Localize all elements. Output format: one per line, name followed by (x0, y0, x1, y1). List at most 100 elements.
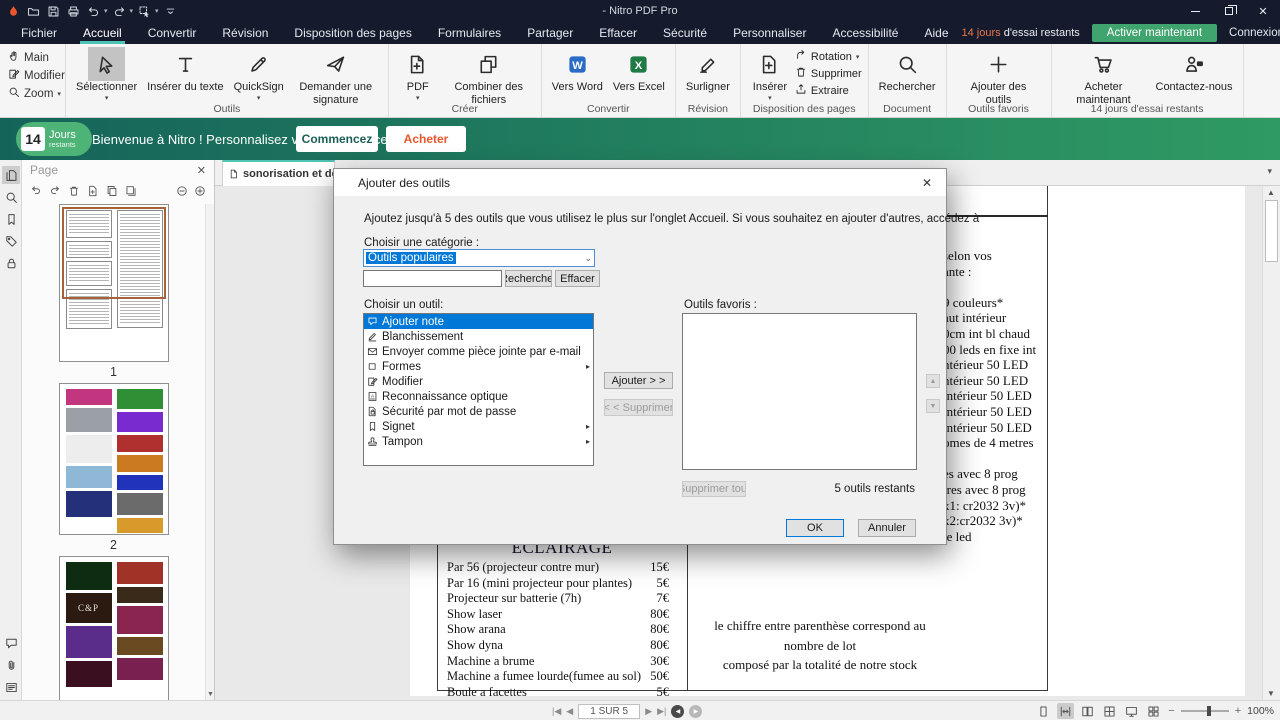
sidebar-paperclip-icon[interactable] (2, 656, 20, 674)
page-thumbnail-3[interactable]: C&P (59, 556, 169, 700)
view-mode-monitor-icon[interactable] (1123, 703, 1140, 719)
ribbon-button-ajouter-des-outils[interactable]: Ajouter des outils (953, 46, 1045, 107)
zoom-slider-knob[interactable] (1207, 706, 1211, 716)
commencez-button[interactable]: Commencez (296, 126, 378, 152)
category-dropdown[interactable]: Outils populaires ⌄ (363, 249, 595, 267)
last-page-button[interactable]: ▶| (657, 706, 666, 717)
sidebar-lock-icon[interactable] (2, 254, 20, 272)
view-mode-single-page-icon[interactable] (1035, 703, 1052, 719)
rotate-right-icon[interactable] (49, 185, 61, 197)
annuler-button[interactable]: Annuler (858, 519, 916, 537)
move-up-button[interactable]: ▲ (926, 374, 940, 388)
trash-icon[interactable] (68, 185, 80, 197)
ok-button[interactable]: OK (786, 519, 844, 537)
ribbon-button-vers-excel[interactable]: XVers Excel (609, 46, 669, 95)
panel-close-icon[interactable]: ✕ (197, 164, 206, 177)
nitro-flame-icon[interactable] (5, 3, 22, 19)
save-icon[interactable] (45, 3, 62, 19)
ribbon-button-demander-une-signature[interactable]: Demander une signature (290, 46, 382, 107)
menu-tab-accueil[interactable]: Accueil (70, 22, 135, 44)
connexion-link[interactable]: Connexion (1229, 27, 1280, 39)
ribbon-nav-zoom[interactable]: Zoom▾ (8, 86, 65, 101)
ribbon-button-inserer[interactable]: Insérer▾ (747, 46, 793, 103)
tool-item-envoyer-comme-piece-jointe-par-e-mail[interactable]: Envoyer comme pièce jointe par e-mail (364, 344, 593, 359)
sidebar-search-icon[interactable] (2, 188, 20, 206)
sidebar-comment-icon[interactable] (2, 634, 20, 652)
tool-item-reconnaissance-optique[interactable]: AReconnaissance optique (364, 389, 593, 404)
duplicate-page-icon[interactable] (125, 185, 137, 197)
history-back-button[interactable]: ◀ (671, 705, 684, 718)
menu-tab-revision[interactable]: Révision (209, 22, 281, 44)
sidebar-tag-icon[interactable] (2, 232, 20, 250)
view-mode-grid-view-icon[interactable] (1145, 703, 1162, 719)
close-button[interactable]: ✕ (1246, 0, 1280, 22)
sidebar-bookmark-icon[interactable] (2, 210, 20, 228)
rechercher-button[interactable]: Rechercher (505, 270, 552, 287)
plus-circle-icon[interactable] (194, 185, 206, 197)
page-thumbnail-1[interactable] (59, 204, 169, 362)
supprimer-button[interactable]: < < Supprimer (604, 399, 673, 416)
minus-circle-icon[interactable] (176, 185, 188, 197)
next-page-button[interactable]: ▶ (645, 706, 652, 717)
toolbar-overflow-icon[interactable] (162, 3, 179, 19)
menu-tab-securite[interactable]: Sécurité (650, 22, 720, 44)
ribbon-button-rotation[interactable]: Rotation▾ (795, 49, 862, 64)
tool-item-blanchissement[interactable]: Blanchissement (364, 329, 593, 344)
menu-tab-effacer[interactable]: Effacer (586, 22, 650, 44)
ribbon-button-extraire[interactable]: Extraire (795, 83, 862, 98)
scrollbar-thumb[interactable] (1265, 200, 1278, 262)
move-down-button[interactable]: ▼ (926, 399, 940, 413)
zoom-slider[interactable] (1181, 704, 1229, 718)
tool-item-formes[interactable]: Formes▸ (364, 359, 593, 374)
menu-tab-partager[interactable]: Partager (514, 22, 586, 44)
copy-page-icon[interactable] (106, 185, 118, 197)
ribbon-button-contactez-nous[interactable]: Contactez-nous (1152, 46, 1237, 95)
acheter-button[interactable]: Acheter (386, 126, 466, 152)
menu-tab-convertir[interactable]: Convertir (135, 22, 210, 44)
ribbon-button-combiner-des-fichiers[interactable]: Combiner des fichiers (443, 46, 535, 107)
menu-tab-aide[interactable]: Aide (911, 22, 961, 44)
panel-scrollbar[interactable]: ▼ (205, 204, 214, 700)
menu-tab-fichier[interactable]: Fichier (8, 22, 70, 44)
page-new-icon[interactable] (87, 185, 99, 197)
ribbon-button-quicksign[interactable]: QuickSign▾ (230, 46, 288, 103)
page-indicator-input[interactable]: 1 SUR 5 (578, 704, 640, 719)
chevron-down-icon[interactable]: ▾ (155, 7, 159, 15)
history-forward-button[interactable]: ▶ (689, 705, 702, 718)
minimize-button[interactable] (1178, 0, 1212, 22)
supprimer-tout-button[interactable]: Supprimer tout (682, 481, 746, 497)
zoom-in-button[interactable]: + (1235, 705, 1241, 717)
view-mode-facing-pages-icon[interactable] (1079, 703, 1096, 719)
view-mode-multi-page-icon[interactable] (1101, 703, 1118, 719)
ribbon-button-supprimer[interactable]: Supprimer (795, 66, 862, 81)
effacer-button[interactable]: Effacer (555, 270, 600, 287)
ribbon-button-surligner[interactable]: Surligner (682, 46, 734, 95)
document-scrollbar[interactable]: ▲ ▼ (1262, 186, 1280, 700)
previous-page-button[interactable]: ◀ (566, 706, 573, 717)
tool-search-input[interactable] (363, 270, 502, 287)
folder-open-icon[interactable] (25, 3, 42, 19)
zoom-out-button[interactable]: − (1168, 705, 1174, 717)
menu-tab-disposition-des-pages[interactable]: Disposition des pages (281, 22, 424, 44)
tool-item-signet[interactable]: Signet▸ (364, 419, 593, 434)
ribbon-button-acheter-maintenant[interactable]: Acheter maintenant (1058, 46, 1150, 107)
menu-tab-personnaliser[interactable]: Personnaliser (720, 22, 819, 44)
print-icon[interactable] (65, 3, 82, 19)
select-object-icon[interactable] (136, 3, 153, 19)
sidebar-output-list-icon[interactable] (2, 678, 20, 696)
tab-overflow-icon[interactable]: ▾ (1267, 166, 1272, 177)
first-page-button[interactable]: |◀ (552, 706, 561, 717)
chevron-down-icon[interactable]: ▾ (104, 7, 108, 15)
tool-item-modifier[interactable]: Modifier (364, 374, 593, 389)
chevron-down-icon[interactable]: ▾ (130, 7, 134, 15)
ribbon-button-pdf[interactable]: PDF▾ (395, 46, 441, 103)
rotate-left-icon[interactable] (30, 185, 42, 197)
restore-button[interactable] (1212, 0, 1246, 22)
dialog-close-icon[interactable]: ✕ (918, 176, 936, 190)
document-tab[interactable]: sonorisation et deco (222, 160, 335, 186)
ribbon-button-selectionner[interactable]: Sélectionner▾ (72, 46, 141, 103)
tool-item-securite-par-mot-de-passe[interactable]: Sécurité par mot de passe (364, 404, 593, 419)
ribbon-nav-modifier[interactable]: Modifier (8, 68, 65, 83)
ribbon-nav-main[interactable]: Main (8, 50, 65, 65)
ribbon-button-vers-word[interactable]: WVers Word (548, 46, 607, 95)
